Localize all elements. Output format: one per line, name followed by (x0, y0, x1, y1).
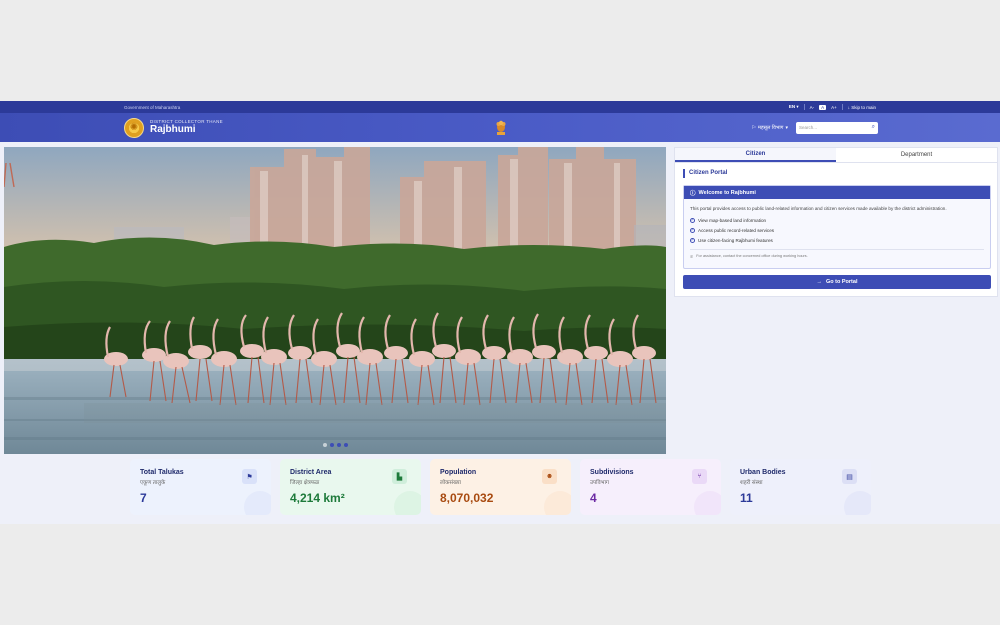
phone-icon: ✆ (690, 255, 694, 259)
carousel-dot-active[interactable] (329, 443, 334, 447)
stats-row: Total Talukas एकूण तालुके 7 ⚑ District A… (130, 459, 871, 515)
building-icon: ▤ (842, 469, 857, 484)
stat-card-urban-bodies: Urban Bodies शहरी संस्था 11 ▤ (730, 459, 871, 515)
welcome-card: ⓘ Welcome to Rajbhumi This portal provid… (683, 185, 991, 269)
gov-bar: Government of Maharashtra EN ▾ A- A A+ ↓… (0, 101, 1000, 113)
portal-title: Citizen Portal (683, 169, 997, 178)
tab-department[interactable]: Department (836, 148, 997, 162)
portal-tabs: Citizen Department (675, 148, 997, 163)
arrow-right-icon: → (816, 279, 823, 285)
brand-subtitle: DISTRICT COLLECTOR THANE (150, 118, 223, 124)
font-increase-button[interactable]: A+ (831, 105, 837, 110)
decorative-circle (394, 491, 421, 515)
stat-card-population: Population लोकसंख्या 8,070,032 ☻ (430, 459, 571, 515)
go-to-portal-label: Go to Portal (826, 279, 858, 285)
brand-title: Rajbhumi (150, 124, 196, 136)
go-to-portal-button[interactable]: → Go to Portal (683, 275, 991, 289)
carousel-dot[interactable] (343, 443, 348, 447)
skip-to-main-link[interactable]: ↓ Skip to main (848, 105, 876, 110)
department-select[interactable]: ⚐ महसूल विभाग ▾ (751, 125, 788, 131)
stat-value: 8,070,032 (440, 491, 494, 505)
carousel-dot[interactable] (336, 443, 341, 447)
header-actions: ⚐ महसूल विभाग ▾ Search... ⌕ (751, 121, 878, 134)
flamingo-hero-image (4, 147, 666, 454)
decorative-circle (244, 491, 271, 515)
accessibility-controls: EN ▾ A- A A+ ↓ Skip to main (789, 104, 876, 110)
welcome-card-title: Welcome to Rajbhumi (698, 189, 756, 196)
assistance-note: ✆ For assistance, contact the concerned … (684, 252, 990, 261)
font-normal-button[interactable]: A (819, 104, 827, 110)
search-icon[interactable]: ⌕ (872, 124, 875, 131)
brand[interactable]: DISTRICT COLLECTOR THANE Rajbhumi (150, 118, 223, 136)
site-header: ✺ DISTRICT COLLECTOR THANE Rajbhumi ⚐ मह… (0, 113, 1000, 142)
decorative-circle (694, 491, 721, 515)
department-select-label: महसूल विभाग (757, 124, 784, 131)
decorative-circle (844, 491, 871, 515)
list-item: ✓ Use citizen-facing Rajbhumi features (690, 235, 984, 245)
info-icon: ⓘ (690, 190, 696, 197)
feature-label: View map-based land information (698, 217, 767, 223)
stat-value: 7 (140, 491, 147, 505)
language-select[interactable]: EN ▾ (789, 104, 799, 110)
feature-label: Access public record-related services (698, 227, 775, 233)
carousel-dot[interactable] (322, 443, 327, 447)
flag-icon: ⚑ (242, 469, 257, 484)
stat-value: 11 (740, 491, 753, 505)
district-seal-logo[interactable]: ✺ (124, 117, 144, 138)
area-icon: ▙ (392, 469, 407, 484)
divider (803, 104, 805, 110)
list-item: ✓ View map-based land information (690, 215, 984, 225)
check-icon: ✓ (690, 237, 695, 243)
feature-label: Use citizen-facing Rajbhumi features (698, 237, 773, 243)
divider (690, 249, 984, 250)
list-item: ✓ Access public record-related services (690, 225, 984, 235)
assistance-text: For assistance, contact the concerned of… (696, 254, 808, 258)
translate-icon: ⚐ (751, 124, 756, 131)
branch-icon: ⑂ (692, 469, 707, 484)
feature-list: ✓ View map-based land information ✓ Access… (684, 213, 990, 247)
stat-card-talukas: Total Talukas एकूण तालुके 7 ⚑ (130, 459, 271, 515)
search-placeholder: Search... (799, 125, 818, 130)
stat-card-area: District Area जिल्हा क्षेत्रफळ 4,214 km²… (280, 459, 421, 515)
search-input[interactable]: Search... ⌕ (796, 121, 878, 134)
welcome-card-header: ⓘ Welcome to Rajbhumi (684, 186, 990, 199)
portal-panel: Citizen Department Citizen Portal ⓘ Welc… (674, 147, 998, 297)
divider (841, 104, 843, 110)
carousel-dots (4, 443, 666, 447)
hero-carousel[interactable] (4, 147, 666, 454)
stat-value: 4 (590, 491, 597, 505)
people-icon: ☻ (542, 469, 557, 484)
welcome-description: This portal provides access to public la… (690, 206, 947, 211)
font-decrease-button[interactable]: A- (810, 105, 815, 110)
national-emblem-icon (494, 119, 508, 136)
stat-card-subdivisions: Subdivisions उपविभाग 4 ⑂ (580, 459, 721, 515)
gov-label: Government of Maharashtra (124, 104, 181, 110)
decorative-circle (544, 491, 571, 515)
tab-citizen[interactable]: Citizen (675, 148, 836, 162)
chevron-down-icon: ▾ (785, 124, 788, 131)
check-icon: ✓ (690, 217, 695, 223)
page: Government of Maharashtra EN ▾ A- A A+ ↓… (0, 101, 1000, 524)
stat-value: 4,214 km² (290, 491, 345, 505)
check-icon: ✓ (690, 227, 695, 233)
